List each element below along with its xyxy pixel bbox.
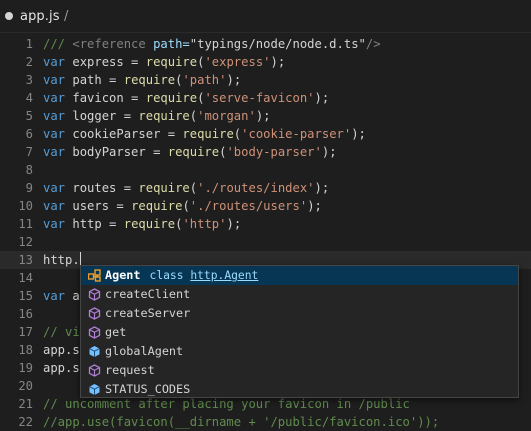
line-number: 10	[18, 199, 33, 213]
code-line[interactable]: 22 //app.use(favicon(__dirname + '/public…	[0, 413, 531, 431]
suggest-item-agent[interactable]: Agent class http.Agent	[81, 266, 518, 285]
code-line[interactable]: 6 var cookieParser = require('cookie-pars…	[0, 125, 531, 143]
line-number: 2	[25, 55, 33, 69]
suggest-item-label: createServer	[105, 306, 191, 320]
line-number: 5	[25, 109, 33, 123]
suggest-item-label: globalAgent	[105, 344, 184, 358]
method-icon	[88, 307, 101, 320]
editor-tab-header: app.js /	[0, 0, 531, 33]
line-number: 13	[18, 253, 33, 267]
line-code: http.	[43, 252, 81, 267]
line-code: var users = require('./routes/users');	[43, 199, 322, 213]
line-number: 19	[18, 361, 33, 375]
code-line[interactable]: 9 var routes = require('./routes/index');	[0, 179, 531, 197]
suggest-item-createclient[interactable]: createClient	[81, 285, 518, 304]
file-name[interactable]: app.js	[20, 9, 60, 24]
line-number: 15	[18, 289, 33, 303]
line-number: 6	[25, 127, 33, 141]
breadcrumb-separator: /	[64, 9, 69, 24]
code-line[interactable]: 3 var path = require('path');	[0, 71, 531, 89]
field-icon	[88, 345, 101, 358]
line-code: app.s	[43, 361, 80, 375]
line-number: 12	[18, 235, 33, 249]
unsaved-dot-icon	[5, 12, 13, 20]
line-number: 20	[18, 379, 33, 393]
line-number: 22	[18, 415, 33, 429]
line-number: 16	[18, 307, 33, 321]
line-code: var express = require('express');	[43, 55, 286, 69]
line-number: 4	[25, 91, 33, 105]
suggest-item-label: STATUS_CODES	[105, 382, 191, 396]
line-code: var path = require('path');	[43, 73, 242, 87]
method-icon	[88, 288, 101, 301]
line-number: 1	[25, 37, 33, 51]
line-number: 8	[25, 163, 33, 177]
suggest-item-label: get	[105, 325, 127, 339]
code-line[interactable]: 12	[0, 233, 531, 251]
line-code: /// <reference path="typings/node/node.d…	[43, 37, 381, 51]
line-code: var cookieParser = require('cookie-parse…	[43, 127, 366, 141]
suggest-item-request[interactable]: request	[81, 361, 518, 380]
suggest-item-detail: class http.Agent	[149, 269, 259, 282]
suggest-item-globalagent[interactable]: globalAgent	[81, 342, 518, 361]
method-icon	[88, 364, 101, 377]
field-icon	[88, 383, 101, 396]
line-number: 21	[18, 397, 33, 411]
code-line[interactable]: 10 var users = require('./routes/users');	[0, 197, 531, 215]
code-line[interactable]: 7 var bodyParser = require('body-parser')…	[0, 143, 531, 161]
line-number: 17	[18, 325, 33, 339]
suggest-item-status-codes[interactable]: STATUS_CODES	[81, 380, 518, 397]
line-code: var logger = require('morgan');	[43, 109, 271, 123]
code-line[interactable]: 5 var logger = require('morgan');	[0, 107, 531, 125]
code-line[interactable]: 1 /// <reference path="typings/node/node.…	[0, 35, 531, 53]
method-icon	[88, 326, 101, 339]
line-code: //app.use(favicon(__dirname + '/public/f…	[43, 415, 440, 429]
suggest-item-label: request	[105, 363, 155, 377]
code-line[interactable]: 8	[0, 161, 531, 179]
line-code: app.s	[43, 343, 80, 357]
line-number: 11	[18, 217, 33, 231]
code-line[interactable]: 4 var favicon = require('serve-favicon');	[0, 89, 531, 107]
suggest-item-label: createClient	[105, 287, 191, 301]
line-number: 14	[18, 271, 33, 285]
line-code: var routes = require('./routes/index');	[43, 181, 330, 195]
suggest-item-get[interactable]: get	[81, 323, 518, 342]
line-number: 18	[18, 343, 33, 357]
class-icon	[87, 269, 101, 282]
code-line[interactable]: 11 var http = require('http');	[0, 215, 531, 233]
suggest-item-label: Agent class http.Agent	[105, 268, 259, 282]
line-number: 3	[25, 73, 33, 87]
line-code: var a	[43, 289, 80, 303]
line-number: 9	[25, 181, 33, 195]
intellisense-suggest-widget[interactable]: Agent class http.Agent createClient createS…	[80, 265, 519, 398]
line-code: var bodyParser = require('body-parser');	[43, 145, 337, 159]
code-line[interactable]: 2 var express = require('express');	[0, 53, 531, 71]
line-code: // vi	[43, 325, 80, 339]
line-code: var favicon = require('serve-favicon');	[43, 91, 330, 105]
line-code: var http = require('http');	[43, 217, 242, 231]
suggest-item-createserver[interactable]: createServer	[81, 304, 518, 323]
line-number: 7	[25, 145, 33, 159]
